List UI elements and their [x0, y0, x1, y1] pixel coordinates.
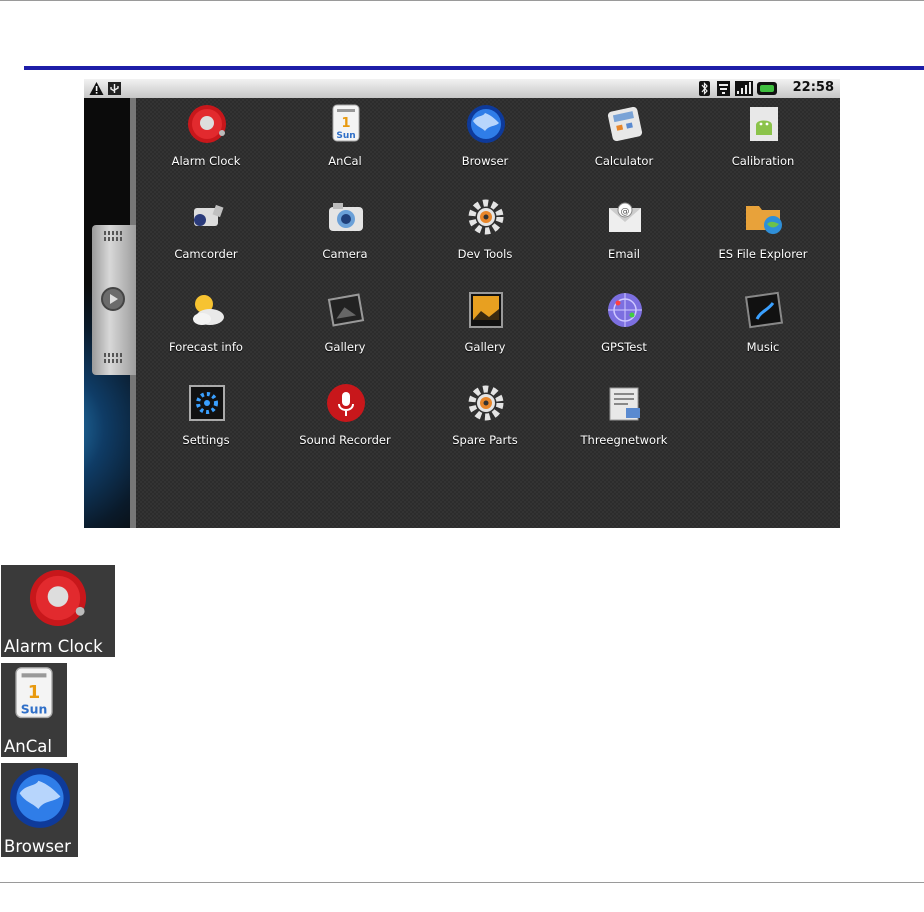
app-launcher-calculator[interactable]: Calculator: [554, 101, 694, 181]
svg-text:1: 1: [28, 682, 40, 703]
app-launcher-sound-recorder[interactable]: Sound Recorder: [275, 380, 415, 460]
email-icon: @: [609, 202, 641, 232]
app-label: Forecast info: [169, 340, 243, 354]
app-label: Calibration: [731, 154, 795, 168]
calculator-icon: [607, 106, 643, 142]
handle-grip-top: [104, 231, 124, 235]
svg-text:@: @: [621, 207, 630, 217]
picture-icon: [469, 292, 503, 328]
app-launcher-alarm-clock[interactable]: Alarm Clock: [136, 101, 276, 181]
bluetooth-icon: [699, 81, 710, 96]
svg-text:Sun: Sun: [336, 131, 355, 141]
drawer-toggle-icon[interactable]: [101, 287, 125, 311]
gps-icon: [608, 293, 642, 327]
app-launcher-settings[interactable]: Settings: [136, 380, 276, 460]
app-label: Threegnetwork: [580, 433, 668, 447]
wifi-icon: [717, 81, 730, 96]
app-label: Music: [746, 340, 780, 354]
app-label: Spare Parts: [452, 433, 518, 447]
settings-icon: [189, 385, 225, 421]
app-launcher-email[interactable]: @ Email: [554, 194, 694, 274]
app-launcher-forecast-info[interactable]: Forecast info: [136, 287, 276, 367]
app-launcher-gpstest[interactable]: GPSTest: [554, 287, 694, 367]
app-label: Camcorder: [174, 247, 238, 261]
svg-text:1: 1: [341, 116, 350, 131]
microphone-icon: [327, 384, 365, 422]
app-drawer-handle[interactable]: [92, 225, 136, 375]
globe-icon: [467, 105, 505, 143]
app-launcher-es-file-explorer[interactable]: ES File Explorer: [693, 194, 833, 274]
app-launcher-gallery[interactable]: Gallery: [275, 287, 415, 367]
app-launcher-music[interactable]: Music: [693, 287, 833, 367]
folder-icon: [746, 206, 782, 234]
page-bottom-rule: [0, 882, 924, 883]
app-launcher-ancal[interactable]: 1 Sun AnCal: [275, 101, 415, 181]
document-header-rule: [24, 66, 924, 70]
app-label: ES File Explorer: [718, 247, 808, 261]
app-label: Sound Recorder: [299, 433, 391, 447]
device-screen: 22:58 Alarm Clock 1 Sun AnCal Browser Calcula…: [84, 79, 840, 528]
calendar-icon: 1Sun: [15, 667, 53, 719]
app-label: Calculator: [594, 154, 654, 168]
zoomed-app-alarm-clock: Alarm Clock: [1, 565, 115, 657]
app-label: Camera: [322, 247, 368, 261]
globe-icon: [10, 768, 70, 828]
zoomed-app-ancal: 1 Sun AnCal: [1, 663, 67, 757]
zoomed-app-browser: Browser: [1, 763, 78, 857]
app-launcher-browser[interactable]: Browser: [415, 101, 555, 181]
app-launcher-dev-tools[interactable]: Dev Tools: [415, 194, 555, 274]
music-icon: [744, 291, 784, 329]
network-icon: [609, 387, 640, 421]
app-launcher-calibration[interactable]: Calibration: [693, 101, 833, 181]
gear-icon: [468, 199, 504, 235]
status-clock: 22:58: [792, 80, 834, 95]
android-icon: [750, 107, 778, 141]
handle-grip-top: [104, 237, 124, 241]
app-launcher-camera[interactable]: Camera: [275, 194, 415, 274]
gallery-icon: [327, 293, 365, 327]
app-label: Alarm Clock: [171, 154, 241, 168]
status-bar: 22:58: [84, 79, 840, 98]
app-label: Dev Tools: [457, 247, 513, 261]
zoomed-app-label: AnCal: [4, 737, 52, 756]
camera-icon: [329, 203, 363, 231]
weather-icon: [193, 295, 224, 325]
app-label: AnCal: [328, 154, 362, 168]
app-label: Gallery: [324, 340, 366, 354]
page-top-rule: [0, 0, 924, 1]
battery-icon: [757, 82, 777, 95]
zoomed-app-label: Browser: [4, 837, 71, 856]
app-launcher-spare-parts[interactable]: Spare Parts: [415, 380, 555, 460]
alarm-clock-icon: [188, 105, 226, 143]
svg-text:Sun: Sun: [21, 701, 48, 716]
signal-icon: [735, 81, 753, 96]
camcorder-icon: [194, 204, 224, 226]
alarm-clock-icon: [29, 569, 87, 627]
app-label: Browser: [461, 154, 509, 168]
warning-icon: [89, 82, 104, 95]
app-launcher-threegnetwork[interactable]: Threegnetwork: [554, 380, 694, 460]
app-label: GPSTest: [601, 340, 647, 354]
app-launcher-gallery[interactable]: Gallery: [415, 287, 555, 367]
gear-icon: [468, 385, 504, 421]
handle-grip-bottom: [104, 359, 124, 363]
app-label: Gallery: [464, 340, 506, 354]
calendar-icon: 1Sun: [332, 104, 360, 142]
usb-icon: [108, 82, 121, 95]
handle-grip-bottom: [104, 353, 124, 357]
app-label: Email: [608, 247, 640, 261]
app-launcher-camcorder[interactable]: Camcorder: [136, 194, 276, 274]
app-label: Settings: [182, 433, 230, 447]
zoomed-app-label: Alarm Clock: [4, 637, 103, 656]
